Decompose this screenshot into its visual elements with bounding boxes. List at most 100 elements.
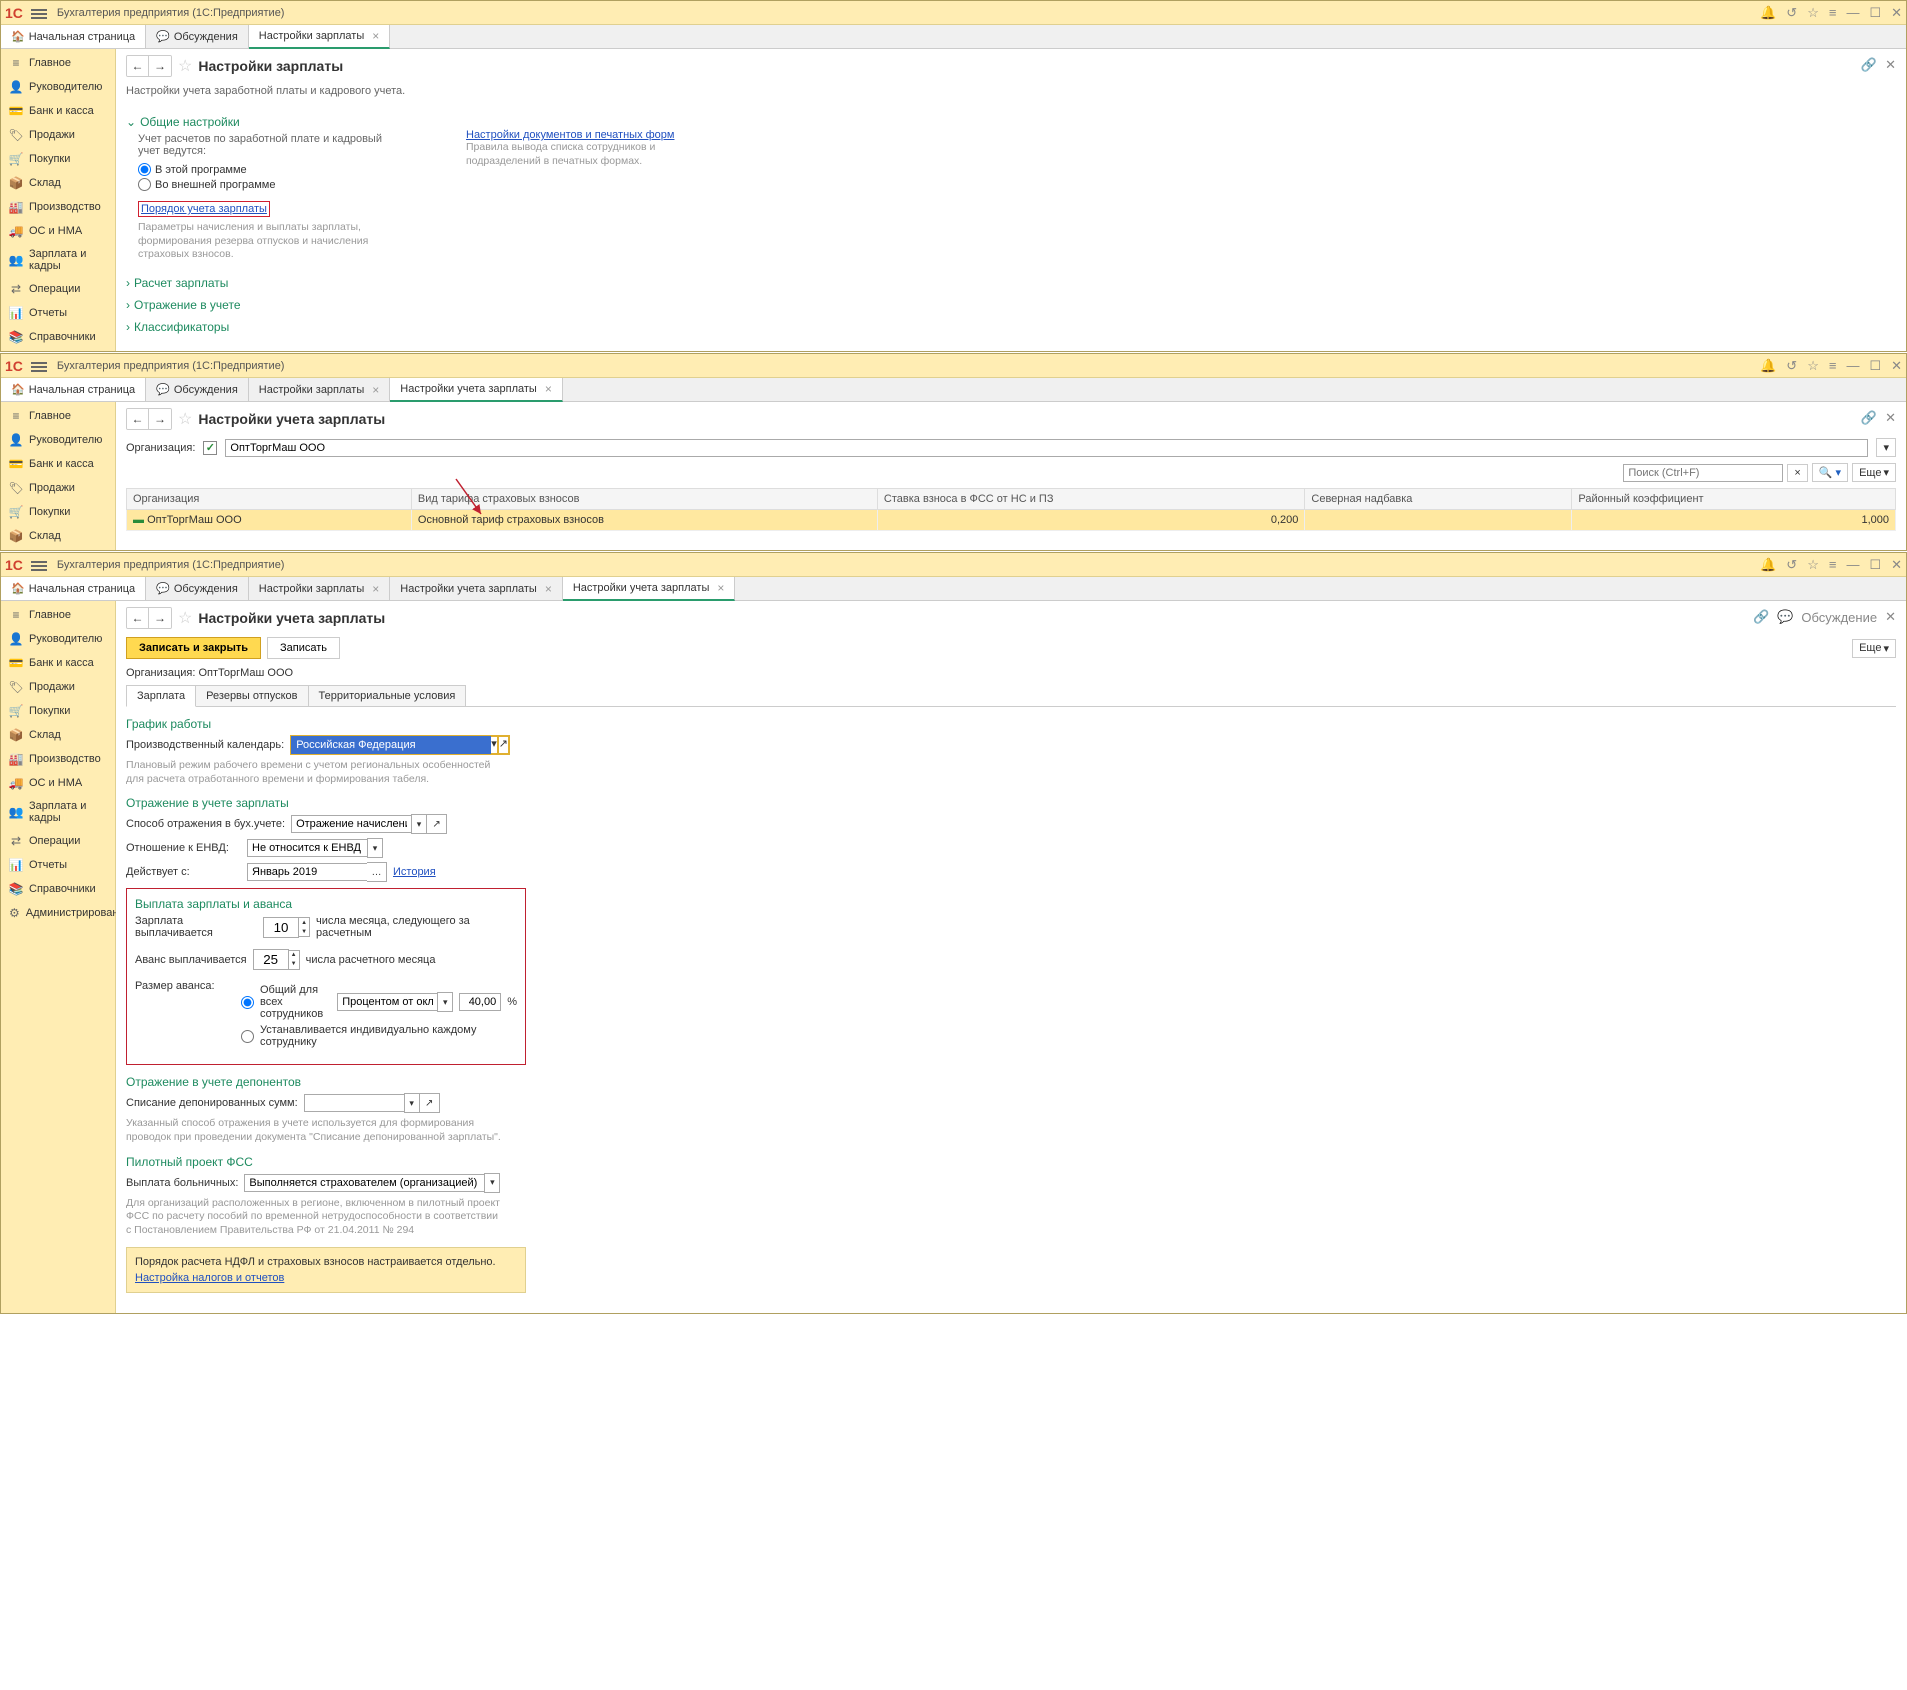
more-button[interactable]: Еще ▾	[1852, 463, 1896, 482]
tax-settings-link[interactable]: Настройка налогов и отчетов	[135, 1272, 284, 1284]
col-north[interactable]: Северная надбавка	[1305, 489, 1572, 510]
back-button[interactable]: ←	[127, 608, 149, 628]
link-icon[interactable]: 🔗	[1861, 57, 1877, 73]
history-icon[interactable]: ↺	[1786, 5, 1797, 21]
sidebar-item-purchases[interactable]: 🛒Покупки	[1, 699, 115, 723]
more-button[interactable]: Еще ▾	[1852, 639, 1896, 658]
sidebar-item-admin[interactable]: ⚙Администрирование	[1, 901, 115, 925]
tab-home[interactable]: 🏠 Начальная страница	[1, 25, 146, 48]
deponents-input[interactable]	[304, 1094, 404, 1112]
sidebar-item-purchases[interactable]: 🛒Покупки	[1, 500, 115, 524]
sidebar-item-os-nma[interactable]: 🚚ОС и НМА	[1, 771, 115, 795]
forward-button[interactable]: →	[149, 608, 171, 628]
org-input[interactable]	[225, 439, 1868, 457]
bell-icon[interactable]: 🔔	[1760, 557, 1776, 573]
history-icon[interactable]: ↺	[1786, 557, 1797, 573]
close-icon[interactable]: ×	[545, 382, 552, 396]
org-dropdown[interactable]: ▾	[1876, 438, 1896, 457]
star-icon[interactable]: ☆	[1807, 358, 1819, 374]
tab-discussions[interactable]: 💬 Обсуждения	[146, 25, 249, 48]
dropdown-icon[interactable]: ▾	[367, 838, 383, 858]
bell-icon[interactable]: 🔔	[1760, 5, 1776, 21]
close-icon[interactable]: ×	[545, 582, 552, 596]
link-icon[interactable]: 🔗	[1753, 609, 1769, 625]
tab-discussions[interactable]: 💬 Обсуждения	[146, 378, 249, 401]
minimize-icon[interactable]: —	[1846, 358, 1859, 373]
section-calc[interactable]: Расчет зарплаты	[126, 276, 406, 290]
close-icon[interactable]: ×	[372, 383, 379, 397]
col-fss[interactable]: Ставка взноса в ФСС от НС и ПЗ	[877, 489, 1304, 510]
section-reflection[interactable]: Отражение в учете	[126, 298, 406, 312]
favorite-icon[interactable]: ☆	[178, 409, 192, 429]
tab-salary-acc-settings-2[interactable]: Настройки учета зарплаты×	[563, 577, 736, 601]
col-region[interactable]: Районный коэффициент	[1572, 489, 1896, 510]
envd-input[interactable]	[247, 839, 367, 857]
sidebar-item-reports[interactable]: 📊Отчеты	[1, 853, 115, 877]
back-button[interactable]: ←	[127, 56, 149, 76]
sidebar-item-manager[interactable]: 👤Руководителю	[1, 428, 115, 452]
sidebar-item-sales[interactable]: 🏷Продажи	[1, 476, 115, 500]
back-button[interactable]: ←	[127, 409, 149, 429]
sidebar-item-warehouse[interactable]: 📦Склад	[1, 723, 115, 747]
sidebar-item-references[interactable]: 📚Справочники	[1, 877, 115, 901]
docs-forms-link[interactable]: Настройки документов и печатных форм	[466, 129, 674, 141]
open-button[interactable]: ↗	[498, 736, 509, 754]
sidebar-item-purchases[interactable]: 🛒Покупки	[1, 147, 115, 171]
sidebar-item-reports[interactable]: 📊Отчеты	[1, 301, 115, 325]
close-icon[interactable]: ✕	[1885, 410, 1896, 426]
hamburger-icon[interactable]	[31, 559, 47, 571]
table-row[interactable]: ▬ ОптТоргМаш ООО Основной тариф страховы…	[127, 510, 1896, 531]
favorite-icon[interactable]: ☆	[178, 608, 192, 628]
search-input[interactable]	[1623, 464, 1783, 482]
maximize-icon[interactable]: ☐	[1869, 557, 1881, 573]
options-icon[interactable]: ≡	[1829, 557, 1837, 572]
calendar-input[interactable]: Российская Федерация	[291, 736, 491, 754]
sidebar-item-operations[interactable]: ⇄Операции	[1, 829, 115, 853]
hamburger-icon[interactable]	[31, 360, 47, 372]
org-checkbox[interactable]: ✓	[203, 441, 217, 455]
tab-home[interactable]: 🏠 Начальная страница	[1, 577, 146, 600]
radio-common[interactable]: Общий для всех сотрудников ▾ %	[241, 984, 517, 1020]
radio-individual[interactable]: Устанавливается индивидуально каждому со…	[241, 1024, 517, 1048]
sidebar-item-salary-hr[interactable]: 👥Зарплата и кадры	[1, 795, 115, 829]
way-input[interactable]	[291, 815, 411, 833]
close-icon[interactable]: ✕	[1885, 57, 1896, 73]
close-icon[interactable]: ×	[372, 582, 379, 596]
maximize-icon[interactable]: ☐	[1869, 358, 1881, 374]
search-clear[interactable]: ×	[1787, 464, 1807, 482]
close-icon[interactable]: ✕	[1891, 358, 1902, 374]
dropdown-icon[interactable]: ▾	[404, 1093, 420, 1113]
sidebar-item-warehouse[interactable]: 📦Склад	[1, 524, 115, 548]
salary-order-link[interactable]: Порядок учета зарплаты	[141, 203, 267, 215]
link-icon[interactable]: 🔗	[1861, 410, 1877, 426]
tab-home[interactable]: 🏠 Начальная страница	[1, 378, 146, 401]
sidebar-item-operations[interactable]: ⇄Операции	[1, 277, 115, 301]
ellipsis-button[interactable]: …	[367, 862, 387, 882]
sidebar-item-production[interactable]: 🏭Производство	[1, 747, 115, 771]
sidebar-item-bank[interactable]: 💳Банк и касса	[1, 651, 115, 675]
history-icon[interactable]: ↺	[1786, 358, 1797, 374]
since-input[interactable]	[247, 863, 367, 881]
minimize-icon[interactable]: —	[1846, 5, 1859, 20]
close-icon[interactable]: ✕	[1891, 5, 1902, 21]
dropdown-icon[interactable]: ▾	[484, 1173, 500, 1193]
favorite-icon[interactable]: ☆	[178, 56, 192, 76]
star-icon[interactable]: ☆	[1807, 557, 1819, 573]
tab-salary-acc-settings[interactable]: Настройки учета зарплаты×	[390, 378, 563, 402]
percent-mode-input[interactable]	[337, 993, 437, 1011]
sidebar-item-warehouse[interactable]: 📦Склад	[1, 171, 115, 195]
sidebar-item-main[interactable]: ≡Главное	[1, 404, 115, 428]
tab-salary-acc-settings[interactable]: Настройки учета зарплаты×	[390, 577, 563, 600]
forward-button[interactable]: →	[149, 409, 171, 429]
close-icon[interactable]: ×	[372, 29, 379, 43]
dropdown-icon[interactable]: ▾	[411, 814, 427, 834]
col-tariff[interactable]: Вид тарифа страховых взносов	[411, 489, 877, 510]
up-icon[interactable]: ▲	[289, 951, 299, 960]
col-org[interactable]: Организация	[127, 489, 412, 510]
down-icon[interactable]: ▼	[299, 927, 309, 936]
sidebar-item-sales[interactable]: 🏷Продажи	[1, 123, 115, 147]
tab-discussions[interactable]: 💬 Обсуждения	[146, 577, 249, 600]
save-button[interactable]: Записать	[267, 637, 340, 659]
sidebar-item-manager[interactable]: 👤Руководителю	[1, 627, 115, 651]
dropdown-icon[interactable]: ▾	[437, 992, 453, 1012]
